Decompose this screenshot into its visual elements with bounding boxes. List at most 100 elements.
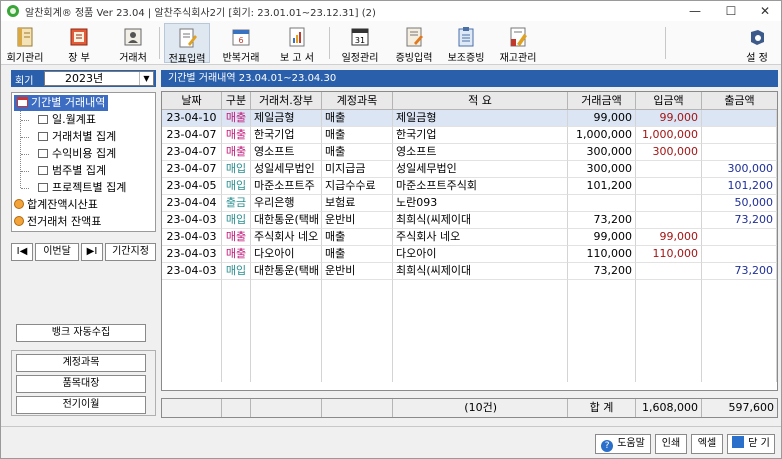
settings-icon — [751, 30, 764, 45]
tree-item-by-category[interactable]: 범주별 집계 — [38, 163, 106, 179]
tree-item-label: 전거래처 잔액표 — [27, 215, 102, 228]
accounts-button[interactable]: 계정과목 — [16, 354, 146, 372]
empty-cell — [636, 314, 702, 331]
title-bar: 알찬회계® 정품 Ver 23.04 | 알찬주식회사2기 [회기: 23.01… — [1, 1, 781, 21]
bank-auto-collect-button[interactable]: 뱅크 자동수집 — [16, 324, 146, 342]
empty-cell — [568, 331, 636, 348]
close-window-button[interactable]: ✕ — [747, 1, 782, 21]
toolbar-evidence-button[interactable]: 증빙입력 — [391, 23, 437, 64]
cell-memo: 제일금형 — [393, 110, 568, 127]
exit-door-icon — [732, 436, 745, 448]
column-header[interactable]: 구분 — [222, 92, 251, 110]
carry-forward-button[interactable]: 전기이월 — [16, 396, 146, 414]
empty-cell — [322, 314, 393, 331]
empty-cell — [568, 365, 636, 382]
empty-cell — [222, 280, 251, 297]
inventory-icon — [510, 27, 527, 47]
fiscal-year-value: 2023년 — [65, 72, 104, 85]
cell-amount: 1,000,000 — [568, 127, 636, 144]
chevron-down-icon[interactable]: ▼ — [139, 72, 153, 85]
toolbar-voucher-button[interactable]: 전표입력 — [164, 23, 210, 65]
tree-item-period-transactions[interactable]: 기간별 거래내역 — [14, 95, 109, 111]
tree-item-client-balance[interactable]: 전거래처 잔액표 — [14, 214, 101, 230]
tree-item-label: 수익비용 집계 — [52, 147, 117, 160]
last-period-button[interactable]: ▶I — [81, 243, 103, 261]
excel-button[interactable]: 엑셀 — [691, 434, 723, 454]
totals-cell — [322, 399, 393, 417]
print-button[interactable]: 인쇄 — [655, 434, 687, 454]
report-tree: 기간별 거래내역 일.월계표 거래처별 집계 수익비용 집계 범주별 집계 프로… — [11, 92, 156, 232]
cell-amount: 300,000 — [568, 144, 636, 161]
toolbar-sub-evidence-button[interactable]: 보조증빙 — [443, 23, 489, 64]
toolbar-clients-button[interactable]: 거래처 — [113, 23, 153, 64]
cell-account: 매출 — [322, 110, 393, 127]
empty-cell — [636, 280, 702, 297]
toolbar-books-button[interactable]: 장 부 — [59, 23, 99, 64]
tree-connector — [21, 120, 29, 121]
toolbar-repeat-button[interactable]: 6 반복거래 — [219, 23, 263, 64]
fiscal-year-bar: 회기 2023년 ▼ — [11, 70, 156, 87]
tree-connector — [21, 137, 29, 138]
minimize-button[interactable]: — — [677, 1, 713, 21]
cell-account: 미지급금 — [322, 161, 393, 178]
clipboard-icon — [458, 27, 474, 47]
empty-cell — [393, 280, 568, 297]
maximize-button[interactable]: ☐ — [713, 1, 749, 21]
toolbar-report-button[interactable]: 보 고 서 — [275, 23, 319, 64]
cell-memo: 노란093 — [393, 195, 568, 212]
tree-item-by-client[interactable]: 거래처별 집계 — [38, 129, 116, 145]
tree-item-label: 범주별 집계 — [52, 164, 107, 177]
cell-withdraw — [702, 144, 777, 161]
column-header[interactable]: 계정과목 — [322, 92, 393, 110]
toolbar-inventory-button[interactable]: 재고관리 — [495, 23, 541, 64]
book-icon — [70, 28, 88, 46]
cell-deposit: 300,000 — [636, 144, 702, 161]
column-header[interactable]: 날짜 — [162, 92, 222, 110]
cell-amount: 73,200 — [568, 263, 636, 280]
cell-memo: 최희식(씨제이대 — [393, 212, 568, 229]
custom-range-button[interactable]: 기간지정 — [105, 243, 156, 261]
close-button[interactable]: 닫 기 — [727, 434, 775, 454]
cell-amount: 73,200 — [568, 212, 636, 229]
cell-withdraw — [702, 110, 777, 127]
column-header[interactable]: 입금액 — [636, 92, 702, 110]
column-header[interactable]: 적 요 — [393, 92, 568, 110]
cell-date: 23-04-03 — [162, 212, 222, 229]
empty-cell — [393, 331, 568, 348]
empty-cell — [222, 314, 251, 331]
cell-date: 23-04-03 — [162, 246, 222, 263]
cell-date: 23-04-05 — [162, 178, 222, 195]
tree-item-trial-balance[interactable]: 합계잔액시산표 — [14, 197, 98, 213]
tree-item-income-expense[interactable]: 수익비용 집계 — [38, 146, 116, 162]
tree-item-daily-monthly[interactable]: 일.월계표 — [38, 112, 96, 128]
tree-connector — [21, 154, 29, 155]
column-header[interactable]: 거래처.장부 — [251, 92, 322, 110]
fiscal-year-select[interactable]: 2023년 ▼ — [44, 71, 154, 86]
transactions-table: 날짜 구분 거래처.장부 계정과목 적 요 거래금액 입금액 출금액 23-04… — [161, 91, 778, 391]
this-month-button[interactable]: 이번달 — [35, 243, 79, 261]
toolbar-fiscal-button[interactable]: 회기관리 — [5, 23, 45, 64]
cell-client: 대한통운(택배 — [251, 212, 322, 229]
empty-cell — [162, 314, 222, 331]
cell-type: 매출 — [222, 229, 251, 246]
cell-client: 성일세무법인 — [251, 161, 322, 178]
tree-item-by-project[interactable]: 프로젝트별 집계 — [38, 180, 126, 196]
empty-cell — [636, 331, 702, 348]
tree-connector — [21, 171, 29, 172]
totals-cell — [222, 399, 251, 417]
help-button[interactable]: ? 도움말 — [595, 434, 651, 454]
toolbar-settings-button[interactable]: 설 정 — [737, 23, 777, 64]
items-ledger-button[interactable]: 품목대장 — [16, 375, 146, 393]
first-period-button[interactable]: I◀ — [11, 243, 33, 261]
report-icon — [289, 27, 305, 47]
cell-date: 23-04-10 — [162, 110, 222, 127]
tree-item-label: 프로젝트별 집계 — [52, 181, 127, 194]
toolbar-schedule-button[interactable]: 31 일정관리 — [337, 23, 383, 64]
cell-client: 대한통운(택배 — [251, 263, 322, 280]
column-header[interactable]: 출금액 — [702, 92, 777, 110]
coin-icon — [14, 216, 24, 226]
window-title: 알찬회계® 정품 Ver 23.04 | 알찬주식회사2기 [회기: 23.01… — [25, 8, 376, 19]
cell-date: 23-04-04 — [162, 195, 222, 212]
cell-date: 23-04-03 — [162, 229, 222, 246]
column-header[interactable]: 거래금액 — [568, 92, 636, 110]
